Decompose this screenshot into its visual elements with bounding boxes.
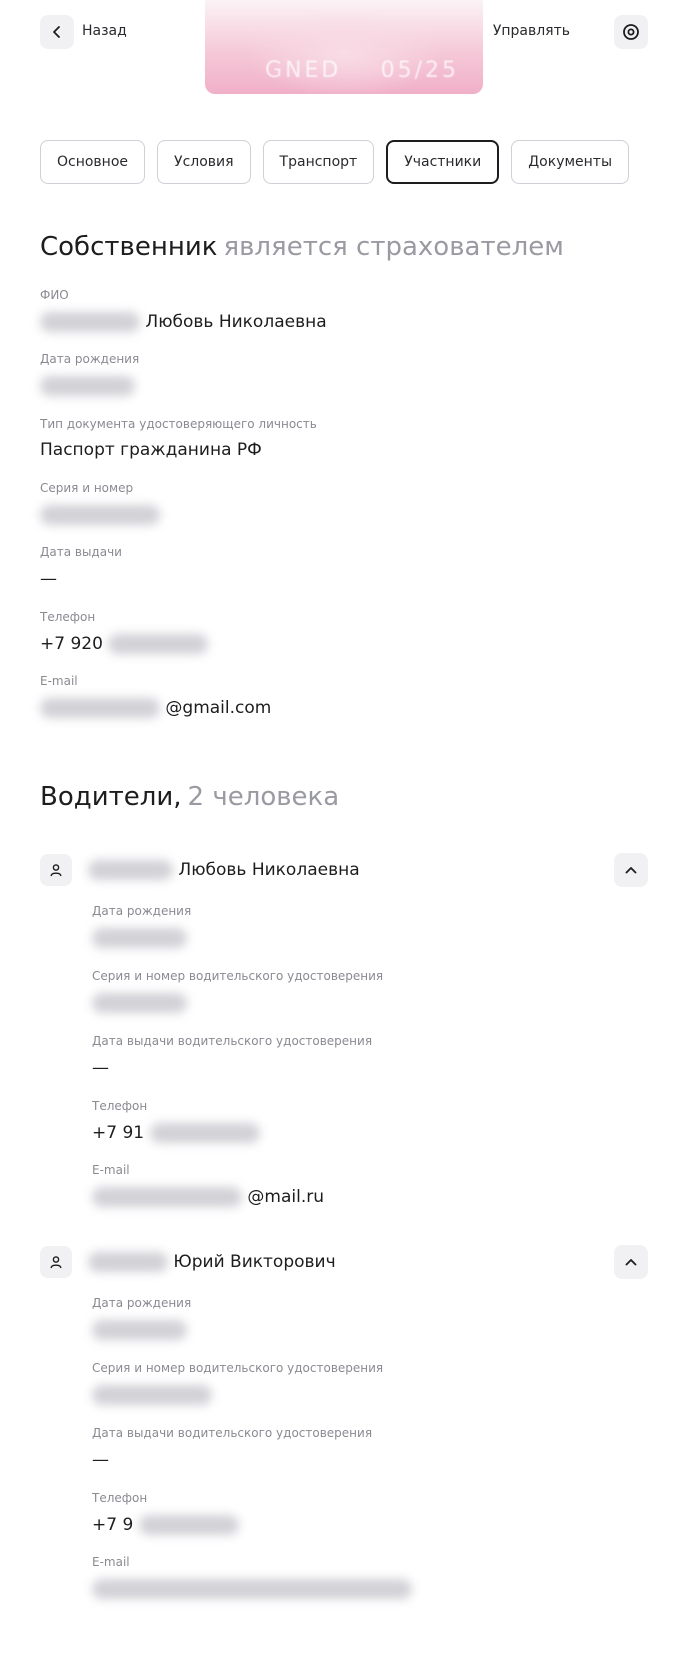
email-text: @gmail.com: [165, 698, 272, 718]
phone-label: Телефон: [40, 610, 96, 624]
driver-1-email-label: E-mail: [92, 1163, 130, 1177]
owner-title: Собственник: [40, 232, 218, 262]
driver-2-name-text: Юрий Викторович: [173, 1252, 336, 1272]
issue-value: —: [40, 569, 57, 589]
driver-1-birth-value: [92, 928, 187, 948]
driver-1-avatar: [40, 854, 72, 886]
redacted-driver-2-email: [92, 1579, 412, 1599]
tab-documents[interactable]: Документы: [511, 140, 630, 184]
driver-2-phone-text: +7 9: [92, 1515, 134, 1535]
driver-2-birth-value: [92, 1320, 187, 1340]
driver-2-avatar: [40, 1246, 72, 1278]
redacted-driver-1-birth: [92, 928, 187, 948]
series-label: Серия и номер: [40, 481, 134, 495]
driver-2-license-label: Серия и номер водительского удостоверени…: [92, 1361, 384, 1375]
tab-bar: Основное Условия Транспорт Участники Док…: [40, 140, 630, 184]
redacted-passport: [40, 505, 160, 525]
email-value: @gmail.com: [40, 698, 271, 718]
manage-label[interactable]: Управлять: [493, 23, 570, 39]
redacted-driver-1-license: [92, 993, 187, 1013]
email-label: E-mail: [40, 674, 78, 688]
card-date: 05/25: [380, 58, 459, 83]
driver-1-license-issue-value: —: [92, 1058, 109, 1078]
driver-1-collapse-button[interactable]: [614, 853, 648, 887]
doctype-label: Тип документа удостоверяющего личность: [40, 417, 317, 431]
driver-1-phone-text: +7 91: [92, 1123, 145, 1143]
driver-2-email-label: E-mail: [92, 1555, 130, 1569]
driver-2-phone-value: +7 9: [92, 1515, 239, 1535]
drivers-count: 2 человека: [187, 782, 340, 812]
back-button[interactable]: [40, 15, 74, 49]
driver-2-phone-label: Телефон: [92, 1491, 148, 1505]
back-label[interactable]: Назад: [82, 23, 127, 39]
redacted-driver-2-surname: [88, 1252, 168, 1272]
driver-1-phone-label: Телефон: [92, 1099, 148, 1113]
driver-1-name[interactable]: Любовь Николаевна: [88, 860, 360, 880]
redacted-driver-2-birth: [92, 1320, 187, 1340]
driver-1-birth-label: Дата рождения: [92, 904, 192, 918]
birth-label: Дата рождения: [40, 352, 140, 366]
fio-label: ФИО: [40, 288, 69, 302]
redacted-birthdate: [40, 376, 135, 396]
driver-1-license-issue-label: Дата выдачи водительского удостоверения: [92, 1034, 373, 1048]
redacted-phone: [108, 634, 209, 654]
driver-2-license-issue-label: Дата выдачи водительского удостоверения: [92, 1426, 373, 1440]
issue-label: Дата выдачи: [40, 545, 122, 559]
chevron-up-icon: [625, 1259, 637, 1266]
driver-2-email-value: [92, 1579, 412, 1599]
redacted-surname: [40, 312, 140, 332]
chevron-left-icon: [53, 26, 60, 38]
manage-button[interactable]: [614, 15, 648, 49]
tab-main[interactable]: Основное: [40, 140, 146, 184]
settings-icon: [623, 24, 639, 40]
driver-1-email-value: @mail.ru: [92, 1187, 324, 1207]
birth-value: [40, 376, 135, 396]
card-number: GNED: [265, 58, 342, 83]
person-icon: [50, 864, 62, 877]
doctype-value: Паспорт гражданина РФ: [40, 440, 262, 460]
driver-2-license-issue-value: —: [92, 1450, 109, 1470]
driver-2-collapse-button[interactable]: [614, 1245, 648, 1279]
redacted-driver-2-license: [92, 1385, 212, 1405]
drivers-title: Водители,: [40, 782, 182, 812]
owner-subtitle: является страхователем: [223, 232, 564, 262]
driver-2-name[interactable]: Юрий Викторович: [88, 1252, 336, 1272]
redacted-email: [40, 698, 160, 718]
redacted-driver-2-phone: [138, 1515, 239, 1535]
driver-1-name-text: Любовь Николаевна: [178, 860, 360, 880]
driver-1-license-value: [92, 993, 187, 1013]
person-icon: [50, 1256, 62, 1269]
tab-transport[interactable]: Транспорт: [262, 140, 375, 184]
redacted-driver-1-email: [92, 1187, 242, 1207]
chevron-up-icon: [625, 867, 637, 874]
fio-value: Любовь Николаевна: [40, 312, 327, 332]
driver-1-phone-value: +7 91: [92, 1123, 260, 1143]
tab-participants[interactable]: Участники: [386, 140, 500, 184]
fio-name-text: Любовь Николаевна: [145, 312, 327, 332]
driver-2-license-value: [92, 1385, 212, 1405]
drivers-section-title: Водители, 2 человека: [40, 782, 339, 812]
owner-section-title: Собственник является страхователем: [40, 232, 564, 262]
series-value: [40, 505, 160, 525]
redacted-driver-1-surname: [88, 860, 173, 880]
driver-1-email-text: @mail.ru: [247, 1187, 324, 1207]
driver-1-license-label: Серия и номер водительского удостоверени…: [92, 969, 384, 983]
redacted-driver-1-phone: [149, 1123, 260, 1143]
phone-text: +7 920: [40, 634, 103, 654]
driver-2-birth-label: Дата рождения: [92, 1296, 192, 1310]
phone-value: +7 920: [40, 634, 209, 654]
top-bar: Назад GNED 05/25 Управлять: [0, 0, 700, 100]
tab-conditions[interactable]: Условия: [157, 140, 251, 184]
policy-card-preview[interactable]: GNED 05/25: [205, 0, 483, 94]
